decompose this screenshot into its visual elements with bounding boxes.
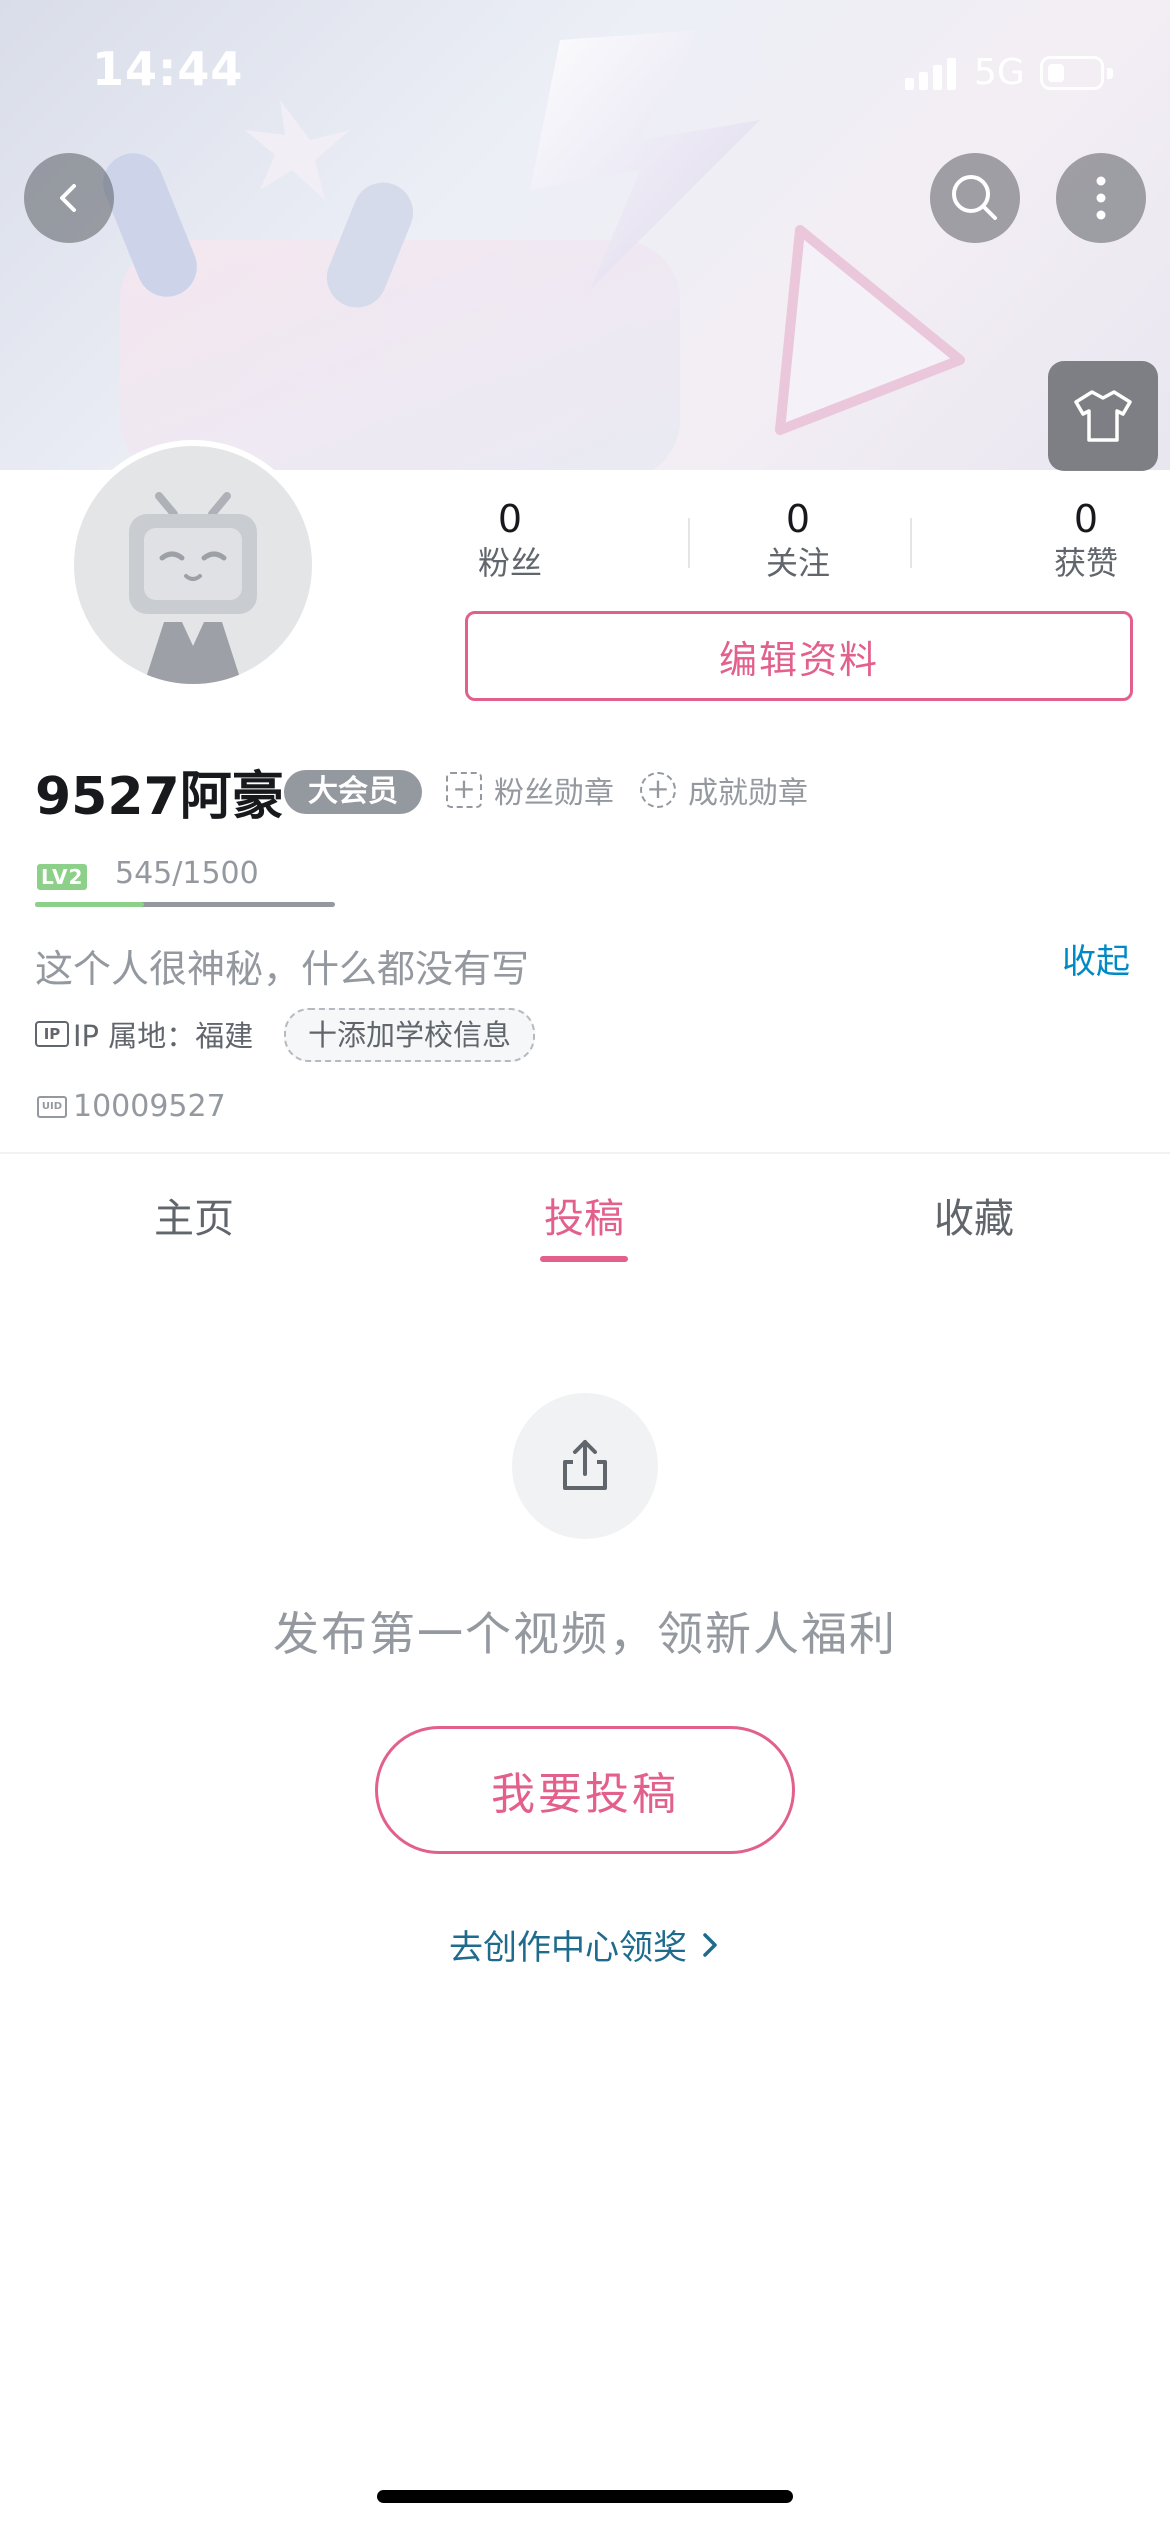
status-time: 14:44	[92, 42, 244, 96]
more-vertical-icon	[1096, 176, 1106, 220]
stat-following-label: 关注	[765, 544, 830, 582]
stat-following[interactable]: 0 关注	[718, 497, 878, 583]
search-icon	[952, 175, 997, 220]
level-badge: LV2	[37, 864, 88, 890]
creator-center-link[interactable]: 去创作中心领奖	[0, 1920, 1170, 1969]
ip-location: IP IP 属地：福建	[35, 1013, 253, 1055]
ip-location-text: IP 属地：福建	[73, 1019, 254, 1053]
back-button[interactable]	[24, 153, 114, 243]
tab-active-indicator	[540, 1256, 628, 1262]
fan-medal-label: 粉丝勋章	[494, 776, 614, 811]
uid-icon: UID	[37, 1095, 67, 1118]
signal-icon	[905, 56, 961, 90]
tab-submissions[interactable]: 投稿	[484, 1186, 684, 1244]
chevron-left-icon	[60, 184, 76, 212]
stat-divider	[688, 518, 690, 568]
collapse-button[interactable]: 收起	[1062, 934, 1130, 983]
tab-favorites[interactable]: 收藏	[874, 1186, 1074, 1244]
tshirt-icon	[1074, 390, 1132, 442]
home-indicator[interactable]	[377, 2490, 793, 2503]
stat-fans-label: 粉丝	[477, 544, 542, 582]
stat-fans-value: 0	[497, 497, 523, 541]
avatar[interactable]	[68, 440, 318, 690]
upload-icon-circle	[512, 1393, 658, 1539]
theme-button[interactable]	[1048, 361, 1158, 471]
stat-divider	[910, 518, 912, 568]
add-achievement-icon: +	[640, 772, 676, 808]
vip-badge[interactable]: 大会员	[284, 770, 422, 814]
tv-mascot-avatar-icon	[129, 492, 257, 684]
ip-icon: IP	[35, 1021, 69, 1047]
chevron-right-icon	[699, 1928, 721, 1968]
achievement-medal-label: 成就勋章	[688, 776, 808, 811]
stat-fans[interactable]: 0 粉丝	[430, 497, 590, 583]
divider	[0, 1152, 1170, 1154]
stat-likes-value: 0	[1073, 497, 1099, 541]
network-type: 5G	[974, 52, 1025, 93]
exp-progress-fill	[35, 902, 144, 907]
stat-likes[interactable]: 0 获赞	[1006, 497, 1166, 583]
battery-icon	[1040, 56, 1113, 90]
search-button[interactable]	[930, 153, 1020, 243]
stat-following-value: 0	[785, 497, 811, 541]
upload-icon	[563, 1440, 607, 1490]
more-button[interactable]	[1056, 153, 1146, 243]
exp-progress-bar	[35, 902, 335, 907]
creator-center-link-label: 去创作中心领奖	[449, 1928, 687, 1968]
fan-medal-button[interactable]: + 粉丝勋章	[446, 768, 614, 812]
exp-progress-text: 545/1500	[115, 856, 259, 891]
stat-likes-label: 获赞	[1053, 544, 1118, 582]
uid-row[interactable]: UID 10009527	[37, 1089, 226, 1124]
add-school-button[interactable]: 十添加学校信息	[284, 1008, 536, 1062]
uid-text: 10009527	[73, 1089, 226, 1124]
submit-video-button[interactable]: 我要投稿	[375, 1726, 795, 1854]
username: 9527阿豪	[35, 767, 284, 827]
edit-profile-button[interactable]: 编辑资料	[465, 611, 1133, 701]
empty-state-message: 发布第一个视频，领新人福利	[273, 1607, 897, 1661]
achievement-medal-button[interactable]: + 成就勋章	[640, 768, 808, 812]
bio-text[interactable]: 这个人很神秘，什么都没有写	[35, 938, 529, 993]
tab-home[interactable]: 主页	[94, 1186, 294, 1244]
add-medal-icon: +	[446, 772, 482, 808]
